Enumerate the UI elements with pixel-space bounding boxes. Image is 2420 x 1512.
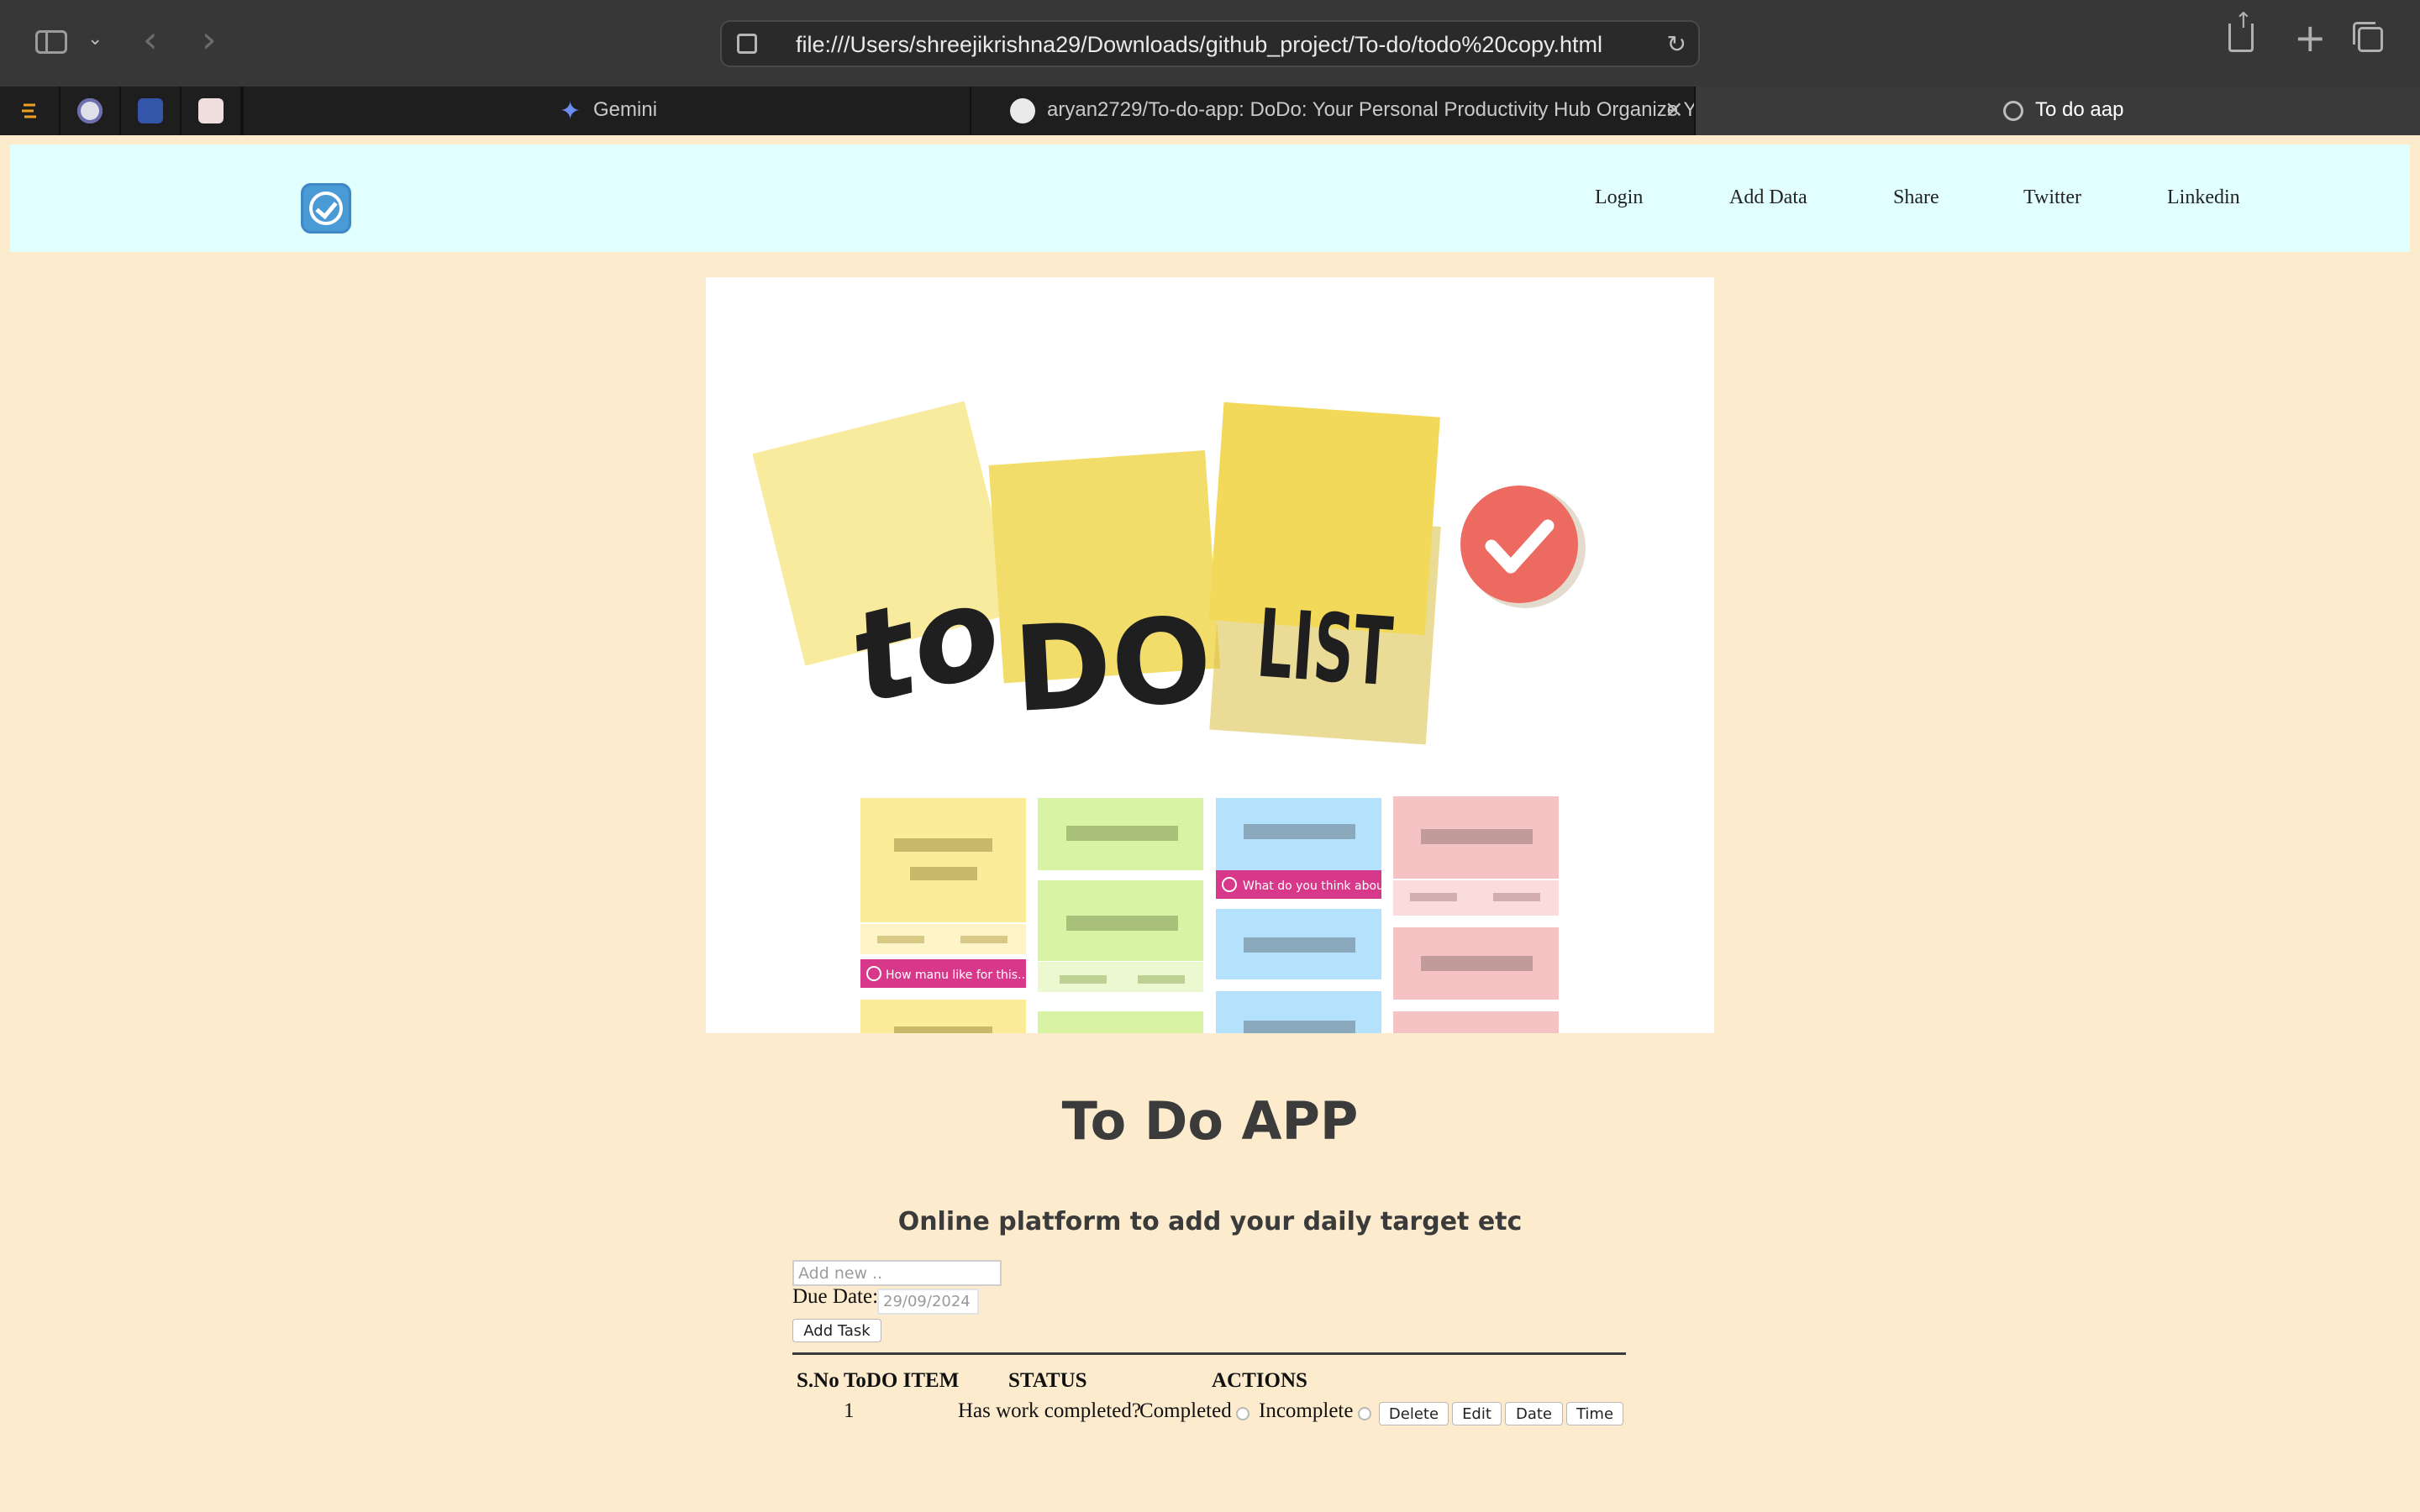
tab-todo[interactable]: To do aap — [1694, 87, 2420, 135]
date-button[interactable]: Date — [1505, 1402, 1563, 1425]
edit-button[interactable]: Edit — [1452, 1402, 1502, 1425]
github-icon — [1010, 98, 1035, 123]
chevron-down-icon[interactable]: ⌄ — [87, 29, 103, 50]
tab-overview-icon[interactable] — [2353, 22, 2383, 52]
tab-gemini[interactable]: ✦ Gemini — [242, 87, 970, 135]
card-column-green — [1038, 798, 1203, 1033]
page-subtitle: Online platform to add your daily target… — [897, 1207, 1523, 1236]
forward-icon[interactable]: › — [202, 18, 217, 61]
nav-twitter[interactable]: Twitter — [2023, 186, 2081, 209]
pinned-tab[interactable] — [0, 87, 60, 135]
delete-button[interactable]: Delete — [1379, 1402, 1449, 1425]
page-title: To Do APP — [1061, 1090, 1359, 1152]
check-badge-icon — [1460, 486, 1578, 603]
tab-label: To do aap — [2035, 98, 2124, 121]
hero-image: to DO LIST How manu like for this... Wha… — [706, 277, 1714, 1033]
check-circle-icon — [309, 192, 343, 225]
due-date-field[interactable]: 29/09/2024 — [877, 1289, 979, 1315]
add-task-button[interactable]: Add Task — [792, 1319, 881, 1342]
back-icon[interactable]: ‹ — [143, 18, 158, 61]
reload-icon[interactable]: ↻ — [1667, 30, 1686, 58]
tab-label: aryan2729/To-do-app: DoDo: Your Personal… — [1047, 98, 1712, 121]
pinned-tab-icon — [198, 98, 224, 123]
pinned-tab-icon — [138, 98, 163, 123]
compass-icon — [2003, 101, 2023, 121]
pinned-tab[interactable] — [121, 87, 182, 135]
new-task-input[interactable] — [792, 1260, 1002, 1286]
tab-strip: ✦ Gemini aryan2729/To-do-app: DoDo: Your… — [0, 87, 2420, 135]
sidebar-icon[interactable] — [35, 30, 67, 54]
address-bar[interactable]: file:///Users/shreejikrishna29/Downloads… — [720, 20, 1700, 67]
browser-toolbar: ⌄ ‹ › file:///Users/shreejikrishna29/Dow… — [0, 0, 2420, 87]
tab-github[interactable]: aryan2729/To-do-app: DoDo: Your Personal… — [970, 87, 1711, 135]
close-icon[interactable]: × — [1665, 95, 1684, 123]
nav-add-data[interactable]: Add Data — [1729, 186, 1807, 209]
nav-share[interactable]: Share — [1893, 186, 1939, 209]
due-date-label: Due Date: — [792, 1285, 879, 1308]
nav-linkedin[interactable]: Linkedin — [2167, 186, 2240, 209]
tab-label: Gemini — [593, 98, 658, 121]
header-sno: S.No — [797, 1369, 839, 1392]
header-actions: ACTIONS — [1212, 1369, 1307, 1392]
card-column-blue: What do you think about... — [1216, 798, 1400, 1033]
header-todo-item: ToDO ITEM — [844, 1369, 960, 1392]
pinned-tab[interactable] — [60, 87, 121, 135]
checkmark-logo-icon[interactable] — [301, 183, 351, 234]
site-navbar: Login Add Data Share Twitter Linkedin — [10, 144, 2410, 252]
sticky-word-list: LIST — [1254, 590, 1396, 708]
pinned-tab-icon — [17, 98, 42, 123]
new-tab-icon[interactable]: + — [2294, 15, 2327, 60]
todo-list-illustration: to DO LIST How manu like for this... Wha… — [752, 401, 1586, 1033]
pinned-tab-icon — [77, 98, 103, 123]
header-status: STATUS — [1008, 1369, 1087, 1392]
time-button[interactable]: Time — [1566, 1402, 1623, 1425]
card-caption: What do you think about... — [1243, 879, 1400, 893]
incomplete-radio[interactable] — [1358, 1407, 1371, 1420]
card-column-yellow: How manu like for this... — [860, 798, 1028, 1033]
divider — [792, 1352, 1626, 1355]
gemini-icon: ✦ — [560, 97, 581, 126]
row-sno: 1 — [844, 1399, 855, 1422]
pinned-tab[interactable] — [182, 87, 242, 135]
incomplete-label: Incomplete — [1259, 1399, 1354, 1422]
nav-login[interactable]: Login — [1595, 186, 1643, 209]
url-text[interactable]: file:///Users/shreejikrishna29/Downloads… — [796, 32, 1602, 58]
share-icon[interactable] — [2228, 8, 2254, 52]
page-settings-icon[interactable] — [737, 34, 757, 54]
card-caption: How manu like for this... — [886, 969, 1028, 982]
completed-label: Completed — [1139, 1399, 1232, 1422]
completed-radio[interactable] — [1236, 1407, 1249, 1420]
card-column-pink — [1393, 796, 1559, 1033]
row-question: Has work completed? — [958, 1399, 1141, 1422]
sticky-word-do: DO — [1010, 592, 1214, 739]
